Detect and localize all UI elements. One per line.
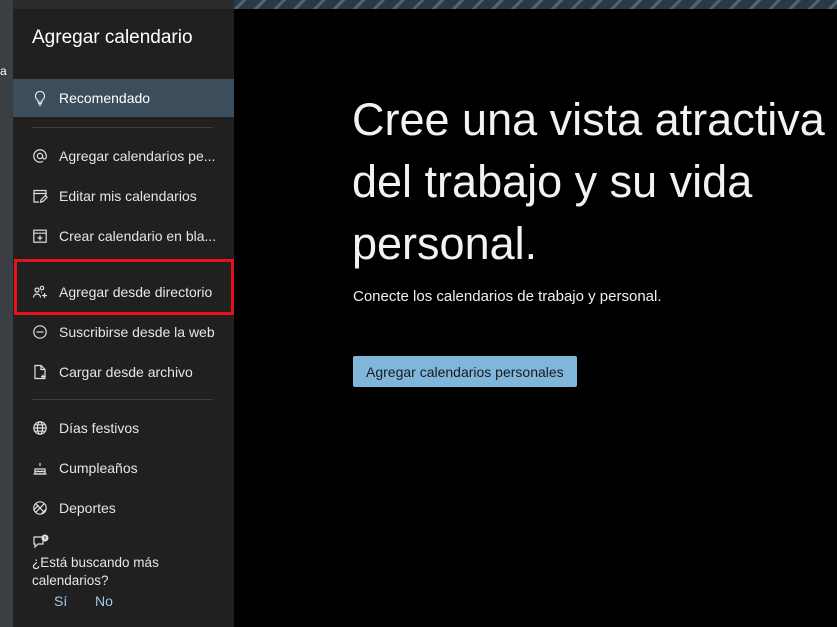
sidebar-item-label: Crear calendario en bla... bbox=[59, 228, 217, 244]
globe-icon bbox=[32, 420, 48, 436]
page-subtext: Conecte los calendarios de trabajo y per… bbox=[353, 288, 662, 305]
background-top-strip bbox=[234, 0, 837, 9]
sidebar-item-edit-calendars[interactable]: Editar mis calendarios bbox=[13, 176, 234, 216]
sidebar-item-add-from-directory[interactable]: Agregar desde directorio bbox=[13, 272, 234, 312]
background-app-strip: a bbox=[0, 0, 13, 627]
add-calendar-sidebar: Agregar calendario Recomendado Agregar c… bbox=[13, 9, 234, 627]
sidebar-item-label: Deportes bbox=[59, 500, 116, 516]
lightbulb-icon bbox=[32, 90, 48, 106]
sidebar-item-birthdays[interactable]: Cumpleaños bbox=[13, 448, 234, 488]
background-top-strip-left bbox=[13, 0, 234, 9]
sidebar-item-create-blank-calendar[interactable]: Crear calendario en bla... bbox=[13, 216, 234, 256]
edit-calendar-icon bbox=[32, 188, 48, 204]
sidebar-item-sports[interactable]: Deportes bbox=[13, 488, 234, 528]
sidebar-item-recommended[interactable]: Recomendado bbox=[13, 79, 234, 117]
at-sign-icon bbox=[32, 148, 48, 164]
file-upload-icon bbox=[32, 364, 48, 380]
new-calendar-icon bbox=[32, 228, 48, 244]
feedback-icon bbox=[32, 534, 50, 552]
sidebar-item-subscribe-from-web[interactable]: Suscribirse desde la web bbox=[13, 312, 234, 352]
sidebar-item-label: Días festivos bbox=[59, 420, 140, 436]
sidebar-item-label: Cumpleaños bbox=[59, 460, 138, 476]
web-subscribe-icon bbox=[32, 324, 48, 340]
sidebar-item-upload-from-file[interactable]: Cargar desde archivo bbox=[13, 352, 234, 392]
page-headline: Cree una vista atractiva del trabajo y s… bbox=[352, 94, 825, 269]
sidebar-item-label: Agregar desde directorio bbox=[59, 284, 213, 300]
feedback-yes-link[interactable]: Sí bbox=[54, 593, 67, 609]
background-text-fragment: a bbox=[0, 64, 7, 78]
cake-icon bbox=[32, 460, 48, 476]
add-personal-calendars-button[interactable]: Agregar calendarios personales bbox=[353, 356, 577, 387]
people-add-icon bbox=[32, 284, 48, 300]
sidebar-divider bbox=[32, 127, 213, 128]
sidebar-item-add-personal-calendars[interactable]: Agregar calendarios pe... bbox=[13, 136, 234, 176]
sports-ball-icon bbox=[32, 500, 48, 516]
sidebar-item-label: Editar mis calendarios bbox=[59, 188, 197, 204]
main-content: Cree una vista atractiva del trabajo y s… bbox=[234, 9, 837, 627]
sidebar-item-label: Recomendado bbox=[59, 90, 151, 106]
sidebar-item-label: Cargar desde archivo bbox=[59, 364, 193, 380]
sidebar-divider bbox=[32, 399, 213, 400]
panel-title: Agregar calendario bbox=[32, 27, 193, 48]
feedback-no-link[interactable]: No bbox=[95, 593, 113, 609]
sidebar-item-label: Suscribirse desde la web bbox=[59, 324, 215, 340]
sidebar-item-holidays[interactable]: Días festivos bbox=[13, 408, 234, 448]
sidebar-item-label: Agregar calendarios pe... bbox=[59, 148, 216, 164]
add-calendar-dialog: a Agregar calendario Recomendado Agregar… bbox=[0, 0, 837, 627]
feedback-question: ¿Está buscando más calendarios? bbox=[32, 555, 159, 588]
